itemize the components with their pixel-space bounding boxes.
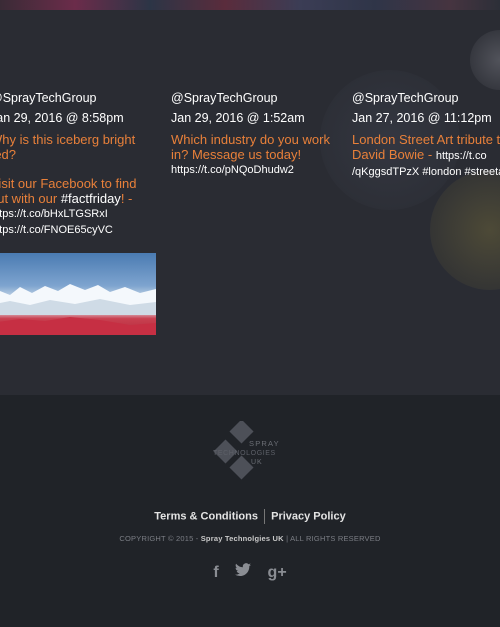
tweet-link[interactable]: https://t.co/bHxLTGSRxI [0, 206, 160, 222]
tweet-text: Visit our Facebook to find [0, 176, 137, 191]
tweet-text: in? Message us today! [171, 147, 302, 162]
tweet-date: Jan 29, 2016 @ 1:52am [171, 111, 305, 125]
tweet-handle[interactable]: @SprayTechGroup [0, 90, 160, 106]
tweet-link[interactable]: /qKggsdTPzX #london #streetart [352, 164, 500, 180]
tweet-link[interactable]: https://t.co/FNOE65cyVC [0, 222, 160, 238]
legal-links: Terms & Conditions Privacy Policy [0, 509, 500, 524]
twitter-feed-section: @SprayTechGroup Jan 29, 2016 @ 8:58pm Wh… [0, 10, 500, 395]
copyright-suffix: | ALL RIGHTS RESERVED [286, 534, 381, 543]
terms-link[interactable]: Terms & Conditions [154, 510, 258, 522]
bokeh-light [430, 170, 500, 290]
google-plus-icon[interactable]: g+ [268, 564, 287, 582]
twitter-icon[interactable] [235, 563, 252, 582]
spray-technologies-logo[interactable]: SPRAY TECHNOLOGIES UK [211, 421, 286, 481]
bokeh-light [470, 30, 500, 90]
tweet-hashtag[interactable]: #factfriday [61, 191, 121, 206]
tweet-date: Jan 29, 2016 @ 8:58pm [0, 111, 124, 125]
tweet-iceberg-image[interactable] [0, 253, 156, 335]
tweet-text: Which industry do you work [171, 132, 330, 147]
tweet-handle[interactable]: @SprayTechGroup [171, 90, 341, 106]
tweet-link[interactable]: https://t.co [436, 150, 487, 162]
tweet-text-line: David Bowie - https://t.co [352, 147, 500, 164]
divider [264, 509, 266, 524]
tweet-card: @SprayTechGroup Jan 29, 2016 @ 1:52am Wh… [171, 90, 341, 178]
tweet-card: @SprayTechGroup Jan 27, 2016 @ 11:12pm L… [352, 90, 500, 180]
tweet-text-line: out with our #factfriday! - [0, 191, 160, 206]
facebook-icon[interactable]: f [213, 564, 218, 582]
logo-text: SPRAY [249, 439, 280, 448]
tweet-text: red? [0, 147, 17, 162]
tweet-date: Jan 27, 2016 @ 11:12pm [352, 111, 492, 125]
tweet-text: out with our [0, 191, 58, 206]
tweet-text: ! - [120, 191, 133, 206]
tweet-card: @SprayTechGroup Jan 29, 2016 @ 8:58pm Wh… [0, 90, 160, 238]
privacy-link[interactable]: Privacy Policy [271, 510, 346, 522]
tweet-text: David Bowie - [352, 147, 433, 162]
tweet-text: Why is this iceberg bright [0, 132, 136, 147]
tweet-handle[interactable]: @SprayTechGroup [352, 90, 500, 106]
copyright-prefix: COPYRIGHT © 2015 - [119, 534, 199, 543]
hero-image-strip [0, 0, 500, 10]
copyright-text: COPYRIGHT © 2015 - Spray Technolgies UK … [0, 534, 500, 543]
tweet-link[interactable]: https://t.co/pNQoDhudw2 [171, 162, 341, 178]
logo-text: TECHNOLOGIES [213, 450, 276, 457]
logo-text: UK [251, 459, 263, 466]
social-links: f g+ [0, 563, 500, 582]
tweet-text: London Street Art tribute to [352, 132, 500, 147]
company-name: Spray Technolgies UK [200, 534, 284, 543]
